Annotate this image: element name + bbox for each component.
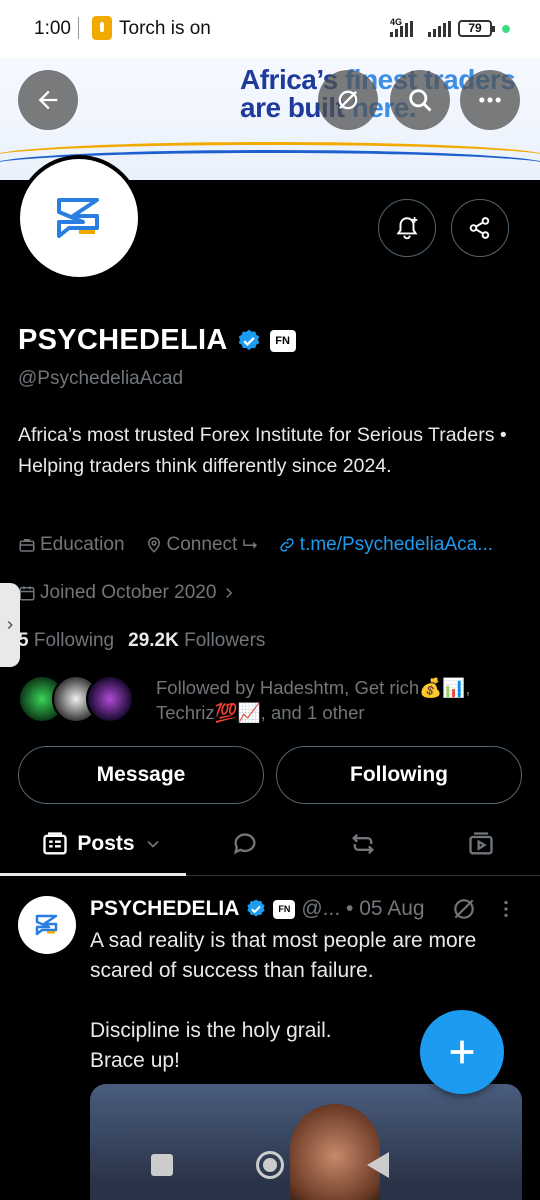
system-nav-bar <box>0 1130 540 1200</box>
grok-button[interactable] <box>318 70 378 130</box>
profile-name: PSYCHEDELIA <box>18 324 228 356</box>
profile-joined-text: Joined October 2020 <box>40 582 217 603</box>
post-avatar[interactable] <box>18 896 76 954</box>
follow-stats: 5 Following 29.2K Followers <box>18 630 265 652</box>
grok-icon <box>338 90 358 110</box>
status-separator <box>78 17 79 39</box>
profile-location: Connect ⮡ <box>145 534 258 556</box>
profile-category: Education <box>18 534 125 556</box>
back-nav-icon[interactable] <box>366 1152 389 1178</box>
compose-button[interactable] <box>420 1010 504 1094</box>
profile-link[interactable]: t.me/PsychedeliaAca... <box>278 534 493 556</box>
profile-joined-row[interactable]: Joined October 2020 <box>18 582 258 604</box>
grok-icon[interactable] <box>451 896 477 922</box>
share-icon <box>469 217 490 239</box>
psychedelia-logo-icon <box>35 914 58 936</box>
more-vertical-icon[interactable] <box>495 898 517 920</box>
verified-badge-icon <box>247 899 266 917</box>
torch-icon <box>92 16 112 40</box>
status-time: 1:00 <box>34 18 71 39</box>
following-stat[interactable]: 5 Following <box>18 630 114 652</box>
plus-icon <box>450 1040 474 1064</box>
tab-posts[interactable]: Posts <box>18 812 186 876</box>
psychedelia-logo-icon <box>57 198 99 238</box>
link-icon <box>280 538 294 552</box>
followers-label: Followers <box>184 630 266 651</box>
profile-name-row: PSYCHEDELIA FN <box>18 324 296 357</box>
post-header: PSYCHEDELIA FN @... • 05 Aug <box>90 896 517 922</box>
profile-location-text: Connect ⮡ <box>166 534 258 555</box>
follower-avatar <box>86 675 134 723</box>
followers-stat[interactable]: 29.2K Followers <box>128 630 265 652</box>
tab-replies[interactable] <box>210 812 280 876</box>
more-options-button[interactable] <box>460 70 520 130</box>
torch-status-text: Torch is on <box>119 18 211 39</box>
bell-plus-icon <box>396 217 418 240</box>
back-button[interactable] <box>18 70 78 130</box>
tab-media[interactable] <box>446 812 516 876</box>
share-button[interactable] <box>451 199 509 257</box>
verified-badge-icon[interactable] <box>236 328 262 354</box>
signal-icon-2 <box>428 21 451 37</box>
signal-icon <box>390 21 413 37</box>
tab-reposts[interactable] <box>328 812 398 876</box>
affiliate-badge: FN <box>273 899 296 919</box>
profile-category-text: Education <box>40 534 125 555</box>
repost-icon <box>352 833 374 855</box>
tab-posts-label: Posts <box>77 832 135 855</box>
followed-by-text: Followed by Hadeshtm, Get rich💰📊, Techri… <box>156 677 471 723</box>
more-horizontal-icon <box>479 97 501 103</box>
profile-joined[interactable]: Joined October 2020 <box>18 582 238 604</box>
briefcase-icon <box>19 539 35 552</box>
notifications-button[interactable] <box>378 199 436 257</box>
recents-icon[interactable] <box>151 1154 174 1176</box>
profile-tabs: Posts <box>0 812 540 876</box>
following-button[interactable]: Following <box>276 746 522 804</box>
location-pin-icon <box>147 537 160 553</box>
home-icon[interactable] <box>255 1151 284 1179</box>
affiliate-badge[interactable]: FN <box>269 329 296 352</box>
reply-icon <box>233 833 256 855</box>
profile-bio: Africa’s most trusted Forex Institute fo… <box>18 424 507 477</box>
profile-meta-row: Education Connect ⮡ t.me/PsychedeliaAca.… <box>18 534 513 556</box>
chevron-right-icon <box>226 587 233 599</box>
profile-link-text[interactable]: t.me/PsychedeliaAca... <box>300 534 493 556</box>
post-handle-date: @... • 05 Aug <box>301 897 425 920</box>
calendar-icon <box>19 586 35 601</box>
tab-active-indicator <box>0 873 186 876</box>
arrow-left-icon <box>38 90 58 110</box>
profile-handle: @PsychedeliaAcad <box>18 368 184 389</box>
posts-icon <box>43 832 68 855</box>
message-button[interactable]: Message <box>18 746 264 804</box>
battery-icon: 79 <box>458 20 495 37</box>
search-icon <box>409 89 432 112</box>
avatar-image <box>20 159 138 277</box>
status-bar: 1:00 Torch is on 4G 79 <box>0 0 540 58</box>
search-button[interactable] <box>390 70 450 130</box>
following-label: Following <box>33 630 115 651</box>
profile-avatar[interactable] <box>16 155 142 281</box>
post-author-name[interactable]: PSYCHEDELIA <box>90 897 239 921</box>
media-icon <box>469 832 493 855</box>
followers-count: 29.2K <box>128 630 179 651</box>
edge-panel-handle[interactable] <box>0 583 20 667</box>
chevron-down-icon <box>147 840 159 848</box>
followed-by-section[interactable]: Followed by Hadeshtm, Get rich💰📊, Techri… <box>18 675 516 725</box>
chevron-right-icon <box>7 620 13 630</box>
privacy-dot-icon <box>502 25 510 33</box>
